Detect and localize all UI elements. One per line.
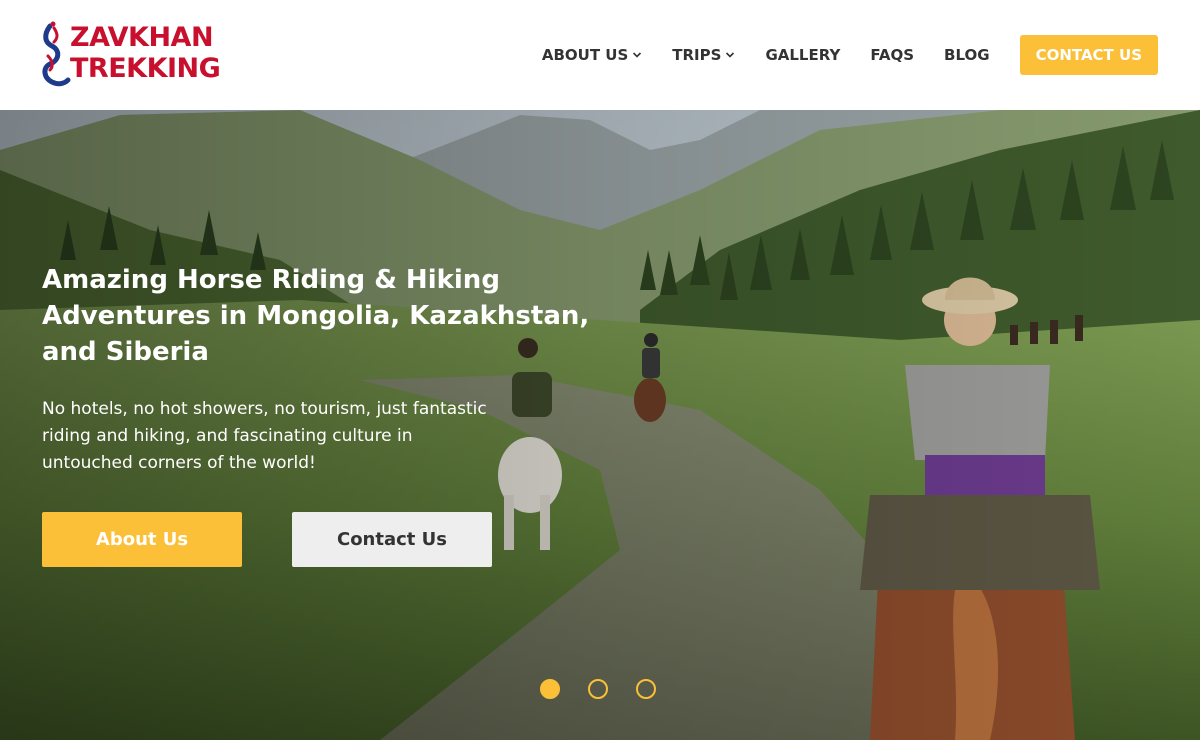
nav-item-label: FAQS [870,46,915,64]
slider-pagination [540,679,684,699]
nav-item-label: BLOG [944,46,990,64]
hero-title: Amazing Horse Riding & Hiking Adventures… [42,265,590,367]
logo-text-line1: ZAVKHAN [70,22,214,53]
main-nav: ABOUT US TRIPS GALLERY FAQS BLOG CONTACT… [542,35,1158,75]
nav-item-trips[interactable]: TRIPS [672,46,735,64]
logo-text-line2: TREKKING [70,53,221,84]
about-us-button[interactable]: About Us [42,512,242,567]
nav-item-label: TRIPS [672,46,722,64]
zavkhan-trekking-logo[interactable]: ZAVKHAN TREKKING [40,20,230,92]
nav-item-label: ABOUT US [541,46,629,64]
slider-dot-3[interactable] [636,679,656,699]
slider-dot-1[interactable] [540,679,560,699]
contact-us-button[interactable]: Contact Us [292,512,492,567]
slider-dot-2[interactable] [588,679,608,699]
nav-item-about-us[interactable]: ABOUT US [542,46,642,64]
site-header: ZAVKHAN TREKKING ABOUT US TRIPS GALLERY … [0,0,1200,110]
nav-item-gallery[interactable]: GALLERY [765,46,840,64]
nav-item-label: GALLERY [765,46,841,64]
header-contact-button[interactable]: CONTACT US [1019,35,1158,75]
chevron-down-icon [726,52,735,58]
nav-item-faqs[interactable]: FAQS [870,46,914,64]
hero-slider: Amazing Horse Riding & Hiking Adventures… [0,110,1200,740]
chevron-down-icon [633,52,642,58]
nav-item-blog[interactable]: BLOG [944,46,990,64]
hero-subtitle: No hotels, no hot showers, no tourism, j… [42,399,487,473]
